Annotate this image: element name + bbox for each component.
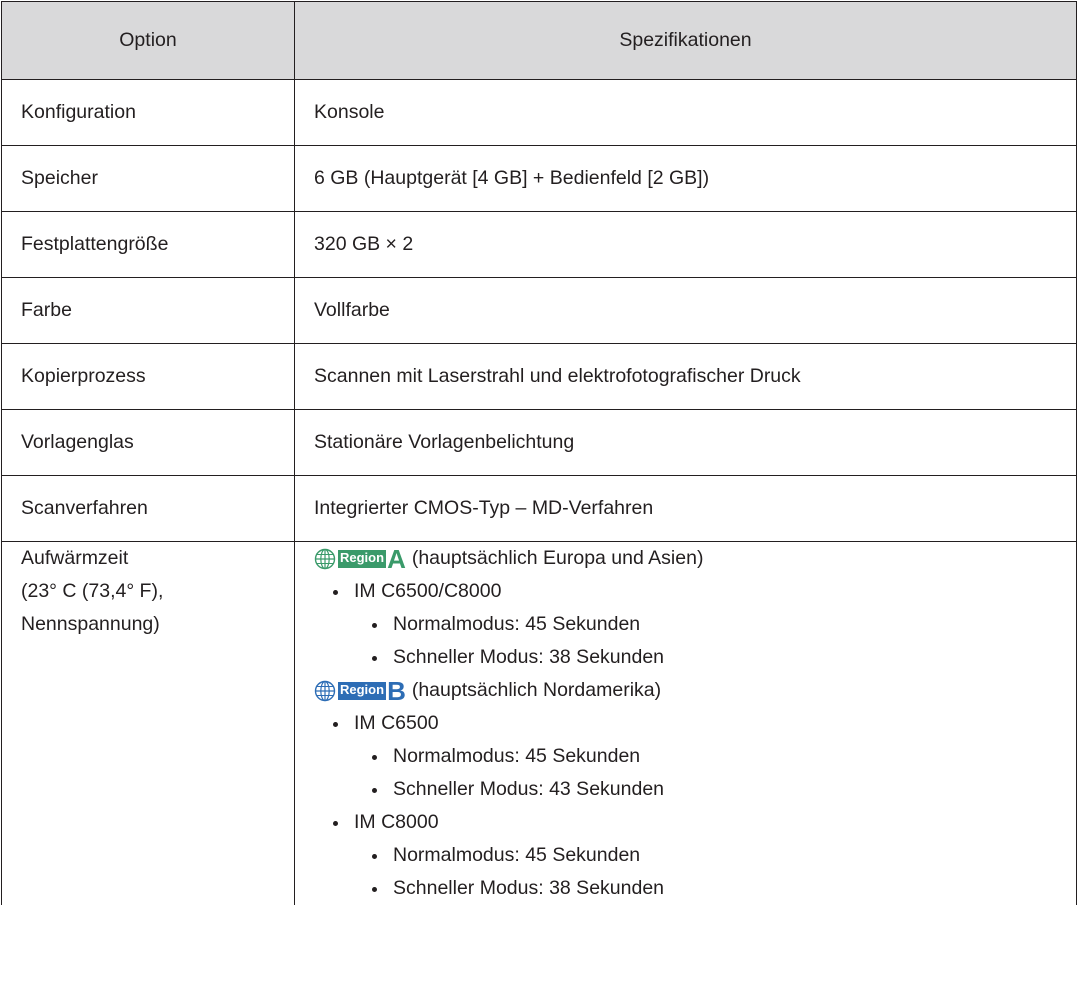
row-value: Integrierter CMOS-Typ – MD-Verfahren [294, 475, 1077, 542]
row-value: Stationäre Vorlagenbelichtung [294, 409, 1077, 476]
region-b-list: IM C6500 Normalmodus: 45 Sekunden Schnel… [314, 707, 1076, 905]
list-item: IM C6500/C8000 [314, 575, 1076, 608]
row-label: Kopierprozess [1, 343, 295, 410]
globe-icon [314, 680, 336, 701]
header-spec: Spezifikationen [294, 1, 1077, 80]
region-a-letter: A [387, 543, 406, 574]
header-option: Option [1, 1, 295, 80]
list-item: Schneller Modus: 43 Sekunden [314, 773, 1076, 806]
warmup-label-line: Aufwärmzeit [21, 547, 129, 569]
row-value: Scannen mit Laserstrahl und elektrofotog… [294, 343, 1077, 410]
row-label: Speicher [1, 145, 295, 212]
region-a-list: IM C6500/C8000 Normalmodus: 45 Sekunden … [314, 575, 1076, 674]
warmup-label: Aufwärmzeit (23° C (73,4° F), Nennspannu… [1, 541, 295, 905]
list-item: Schneller Modus: 38 Sekunden [314, 641, 1076, 674]
region-a-text: (hauptsächlich Europa und Asien) [411, 547, 704, 569]
list-item: IM C6500 [314, 707, 1076, 740]
table-row: Farbe Vollfarbe [1, 277, 1077, 344]
list-item: Normalmodus: 45 Sekunden [314, 608, 1076, 641]
row-label: Vorlagenglas [1, 409, 295, 476]
table-row: Festplattengröße 320 GB × 2 [1, 211, 1077, 278]
table-row: Kopierprozess Scannen mit Laserstrahl un… [1, 343, 1077, 410]
globe-icon [314, 548, 336, 569]
region-b-badge: Region B [314, 678, 406, 704]
row-label: Farbe [1, 277, 295, 344]
list-item: Schneller Modus: 38 Sekunden [314, 872, 1076, 905]
row-value: Konsole [294, 79, 1077, 146]
row-label: Scanverfahren [1, 475, 295, 542]
warmup-label-line: Nennspannung) [21, 613, 160, 635]
table-row: Konfiguration Konsole [1, 79, 1077, 146]
table-row: Vorlagenglas Stationäre Vorlagenbelichtu… [1, 409, 1077, 476]
warmup-content: Region A (hauptsächlich Europa und Asien… [294, 541, 1077, 905]
list-item: Normalmodus: 45 Sekunden [314, 839, 1076, 872]
warmup-label-line: (23° C (73,4° F), [21, 580, 164, 602]
region-a-line: Region A (hauptsächlich Europa und Asien… [314, 542, 1076, 575]
row-label: Konfiguration [1, 79, 295, 146]
list-item: IM C8000 [314, 806, 1076, 839]
row-value: Vollfarbe [294, 277, 1077, 344]
table-row-warmup: Aufwärmzeit (23° C (73,4° F), Nennspannu… [1, 541, 1077, 905]
list-item: Normalmodus: 45 Sekunden [314, 740, 1076, 773]
table-row: Scanverfahren Integrierter CMOS-Typ – MD… [1, 475, 1077, 542]
region-b-word: Region [338, 681, 387, 700]
row-label: Festplattengröße [1, 211, 295, 278]
region-a-word: Region [338, 549, 387, 568]
table-header-row: Option Spezifikationen [1, 1, 1077, 80]
spec-table: Option Spezifikationen Konfiguration Kon… [1, 1, 1077, 905]
row-value: 320 GB × 2 [294, 211, 1077, 278]
region-b-line: Region B (hauptsächlich Nordamerika) [314, 674, 1076, 707]
region-a-badge: Region A [314, 546, 406, 572]
region-b-text: (hauptsächlich Nordamerika) [411, 679, 662, 701]
row-value: 6 GB (Hauptgerät [4 GB] + Bedienfeld [2 … [294, 145, 1077, 212]
region-b-letter: B [387, 675, 406, 706]
table-row: Speicher 6 GB (Hauptgerät [4 GB] + Bedie… [1, 145, 1077, 212]
